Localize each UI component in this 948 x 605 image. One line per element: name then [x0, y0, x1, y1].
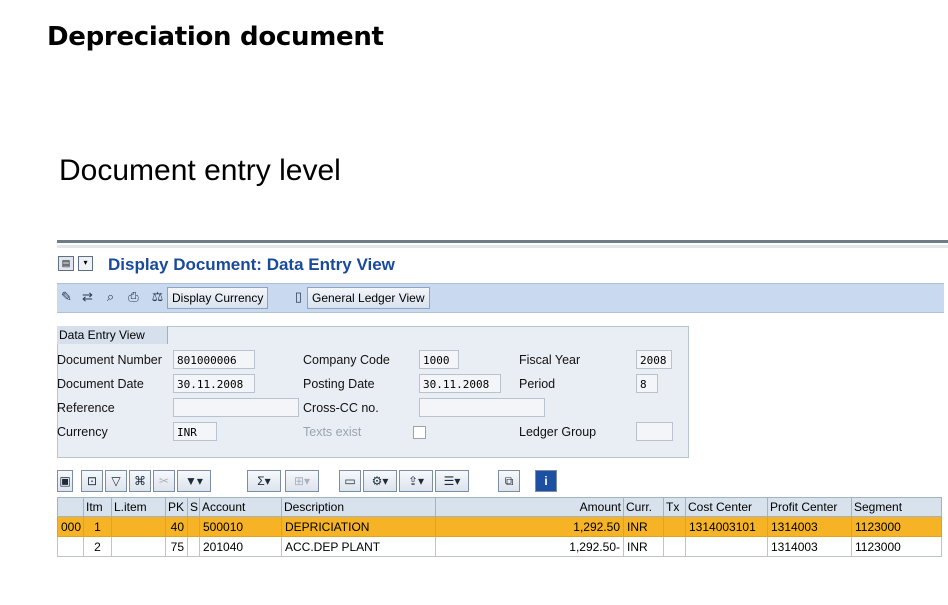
posting-date-field[interactable]: 30.11.2008 — [419, 374, 501, 393]
table-cell — [187, 516, 200, 537]
reference-label: Reference — [57, 401, 115, 415]
company-code-label: Company Code — [303, 353, 390, 367]
table-cell: INR — [623, 516, 664, 537]
texts-exist-checkbox[interactable] — [413, 426, 426, 439]
column-header[interactable]: Itm — [83, 497, 112, 517]
column-header[interactable]: Description — [281, 497, 436, 517]
table-cell: 000 — [57, 516, 84, 537]
table-cell: 75 — [165, 536, 188, 557]
print-icon[interactable]: ⎙ — [125, 288, 142, 305]
window-border-shadow — [57, 245, 948, 248]
currency-label: Currency — [57, 425, 108, 439]
change-icon[interactable]: ⇄ — [79, 288, 96, 305]
column-header[interactable]: Segment — [851, 497, 942, 517]
table-cell: 40 — [165, 516, 188, 537]
export-icon[interactable]: ⇪▾ — [399, 470, 433, 492]
application-toolbar: ✎ ⇄ ⌕ ⎙ ⚖ Display Currency ▯ General Led… — [57, 283, 944, 313]
ledger-icon[interactable]: ▯ — [290, 288, 307, 305]
column-header[interactable]: PK — [165, 497, 188, 517]
table-cell: ACC.DEP PLANT — [281, 536, 436, 557]
search-icon[interactable]: ⌕ — [102, 288, 119, 305]
table-cell: 1,292.50 — [435, 516, 624, 537]
cross-cc-label: Cross-CC no. — [303, 401, 379, 415]
reference-field[interactable] — [173, 398, 299, 417]
texts-exist-label: Texts exist — [303, 425, 362, 439]
table-cell: 1314003 — [767, 516, 852, 537]
views-icon[interactable]: ☰▾ — [435, 470, 469, 492]
table-cell: DEPRICIATION — [281, 516, 436, 537]
table-cell: 1,292.50- — [435, 536, 624, 557]
column-header[interactable]: Curr. — [623, 497, 664, 517]
cross-cc-field[interactable] — [419, 398, 545, 417]
document-number-label: Document Number — [57, 353, 162, 367]
info-icon[interactable]: i — [535, 470, 557, 492]
slide-title: Depreciation document — [47, 22, 384, 52]
column-header[interactable]: S — [187, 497, 200, 517]
grid-toolbar: ▣ ⊡ ▽ ⌘ ✂ ▼▾ Σ▾ ⊞▾ ▭ ⚙▾ ⇪▾ ☰▾ ⧉ i — [57, 470, 577, 494]
ledger-group-label: Ledger Group — [519, 425, 597, 439]
transaction-icon[interactable]: ▤ — [58, 256, 74, 271]
line-items-table: Itm L.item PK S Account Description Amou… — [57, 497, 942, 557]
find-next-icon[interactable]: ✂ — [153, 470, 175, 492]
fiscal-year-field[interactable]: 2008 — [636, 350, 672, 369]
table-cell: 201040 — [199, 536, 282, 557]
table-cell — [57, 536, 84, 557]
filter-icon[interactable]: ▽ — [105, 470, 127, 492]
screen-title: Display Document: Data Entry View — [108, 255, 395, 274]
period-field[interactable]: 8 — [636, 374, 658, 393]
column-header[interactable]: Tx — [663, 497, 686, 517]
table-cell — [111, 536, 166, 557]
table-row[interactable]: 000 1 40 500010 DEPRICIATION 1,292.50 IN… — [57, 516, 942, 537]
table-cell: 1314003 — [767, 536, 852, 557]
table-cell: INR — [623, 536, 664, 557]
total-icon[interactable]: Σ▾ — [247, 470, 281, 492]
table-cell: 1314003101 — [685, 516, 768, 537]
window-border — [57, 240, 948, 243]
document-date-label: Document Date — [57, 377, 144, 391]
subtotal-icon[interactable]: ⊞▾ — [285, 470, 319, 492]
posting-date-label: Posting Date — [303, 377, 375, 391]
table-cell: 1 — [83, 516, 112, 537]
details-icon[interactable]: ⊡ — [81, 470, 103, 492]
currency-icon[interactable]: ⚖ — [149, 288, 166, 305]
table-cell: 1123000 — [851, 516, 942, 537]
column-header[interactable]: Account — [199, 497, 282, 517]
find-icon[interactable]: ⌘ — [129, 470, 151, 492]
ledger-group-field[interactable] — [636, 422, 673, 441]
table-cell — [663, 516, 686, 537]
set-filter-icon[interactable]: ▼▾ — [177, 470, 211, 492]
currency-field[interactable]: INR — [173, 422, 217, 441]
edit-icon[interactable]: ✎ — [58, 288, 75, 305]
select-all-icon[interactable]: ▣ — [57, 470, 73, 492]
print-preview-icon[interactable]: ▭ — [339, 470, 361, 492]
table-cell: 500010 — [199, 516, 282, 537]
document-number-field[interactable]: 801000006 — [173, 350, 255, 369]
column-header[interactable]: L.item — [111, 497, 166, 517]
table-cell — [685, 536, 768, 557]
document-flow-icon[interactable]: ⧉ — [498, 470, 520, 492]
table-cell: 2 — [83, 536, 112, 557]
table-cell — [663, 536, 686, 557]
display-currency-button[interactable]: Display Currency — [167, 287, 269, 309]
table-cell: 1123000 — [851, 536, 942, 557]
table-row[interactable]: 2 75 201040 ACC.DEP PLANT 1,292.50- INR … — [57, 536, 942, 557]
document-date-field[interactable]: 30.11.2008 — [173, 374, 255, 393]
column-header[interactable]: Profit Center — [767, 497, 852, 517]
layout-icon[interactable]: ⚙▾ — [363, 470, 397, 492]
column-header[interactable]: Cost Center — [685, 497, 768, 517]
column-header[interactable]: Amount — [435, 497, 624, 517]
period-label: Period — [519, 377, 556, 391]
slide-subtitle: Document entry level — [59, 154, 341, 187]
table-cell — [187, 536, 200, 557]
table-header-row: Itm L.item PK S Account Description Amou… — [57, 497, 942, 517]
table-cell — [111, 516, 166, 537]
fiscal-year-label: Fiscal Year — [519, 353, 581, 367]
menu-dropdown-icon[interactable]: ▾ — [78, 256, 93, 271]
column-header[interactable] — [57, 497, 84, 517]
general-ledger-view-button[interactable]: General Ledger View — [307, 287, 430, 309]
data-entry-view-tab[interactable]: Data Entry View — [57, 326, 168, 344]
company-code-field[interactable]: 1000 — [419, 350, 459, 369]
